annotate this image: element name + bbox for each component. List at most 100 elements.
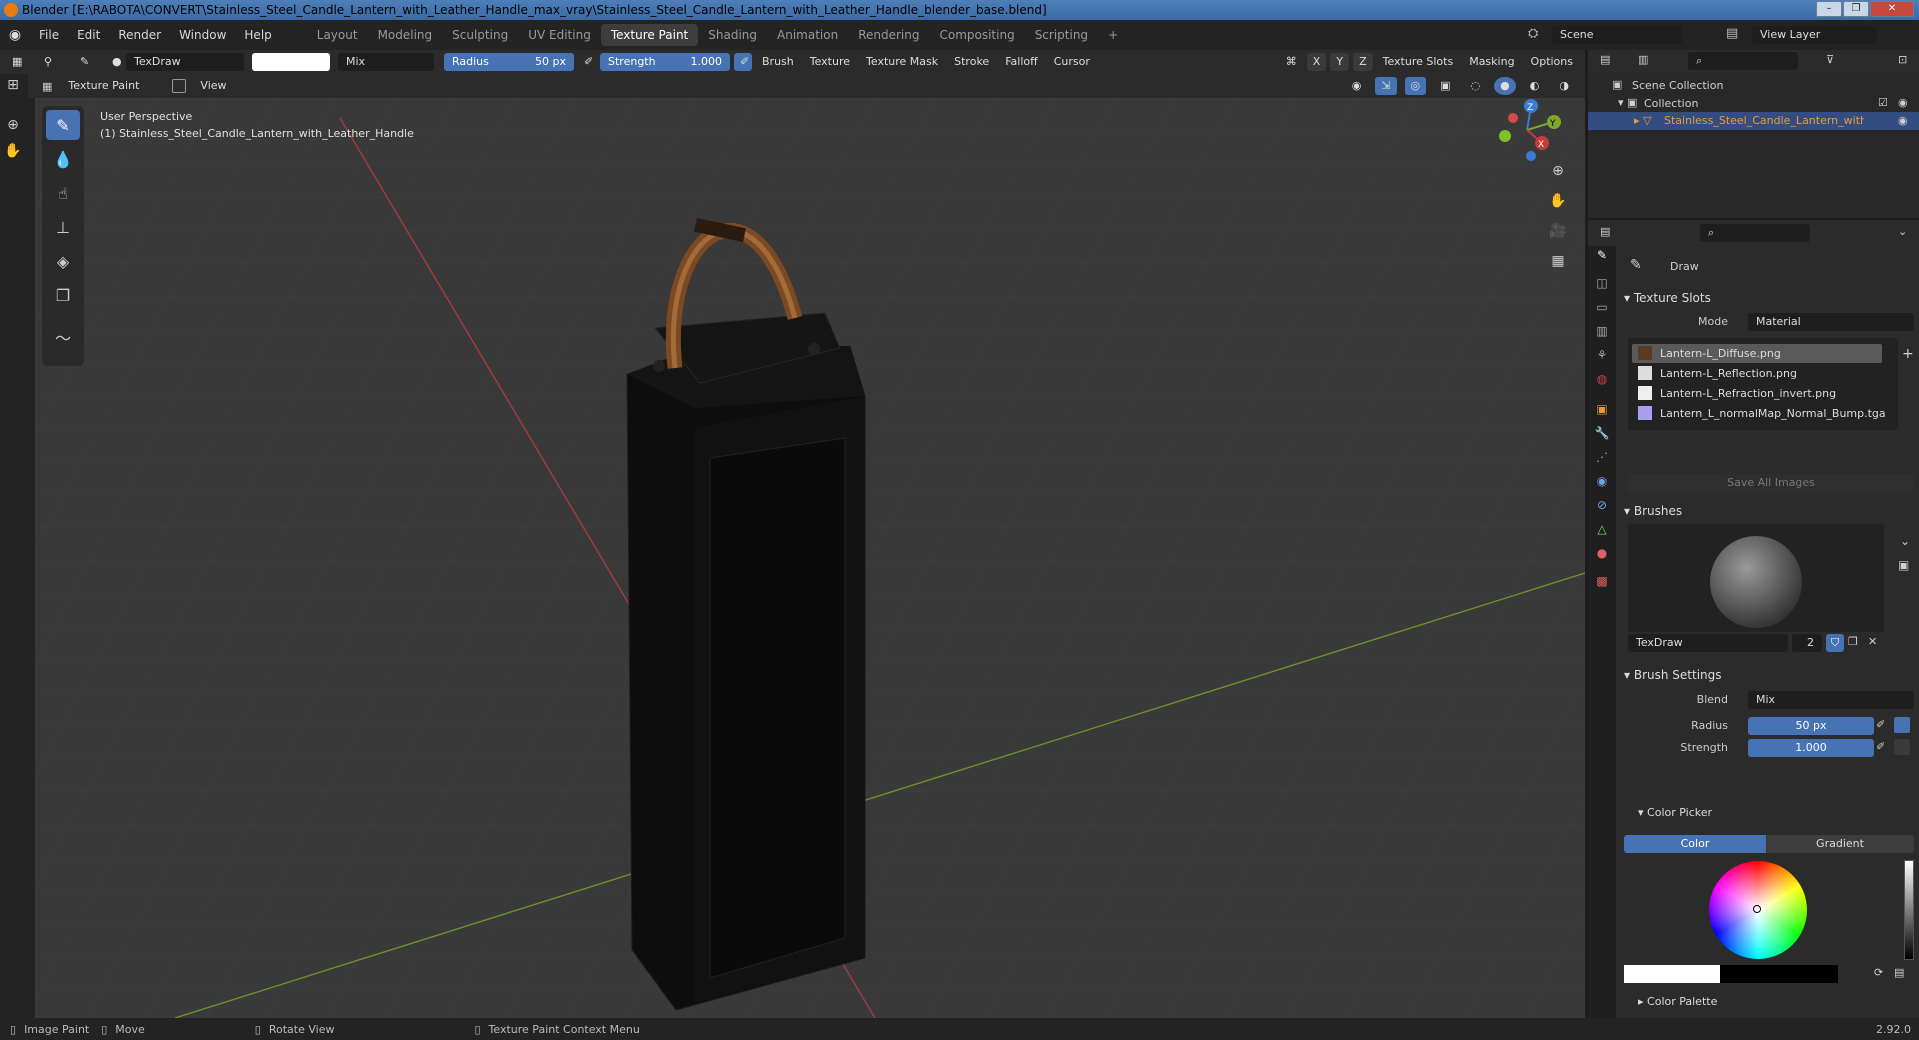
pan-icon[interactable]: ✋ xyxy=(1547,190,1569,212)
options-menu[interactable]: Options xyxy=(1525,53,1579,71)
tab-uv-editing[interactable]: UV Editing xyxy=(518,24,601,46)
tab-modeling[interactable]: Modeling xyxy=(368,24,443,46)
blend-dropdown[interactable]: Mix xyxy=(1748,691,1914,709)
texture-tab-icon[interactable]: ▩ xyxy=(1593,574,1611,592)
texture-slot-reflection[interactable]: Lantern-L_Reflection.png xyxy=(1632,364,1882,383)
value-slider[interactable] xyxy=(1904,860,1914,960)
add-workspace-button[interactable]: + xyxy=(1098,24,1128,46)
tab-layout[interactable]: Layout xyxy=(307,24,368,46)
strength-pressure-toggle-icon[interactable]: ✐ xyxy=(1876,740,1885,753)
constraints-tab-icon[interactable]: ⊘ xyxy=(1593,498,1611,516)
texture-slot-diffuse[interactable]: Lantern-L_Diffuse.png xyxy=(1632,344,1882,363)
scene-tab-icon[interactable]: ⚘ xyxy=(1593,348,1611,366)
mode-dropdown[interactable]: Texture Paint xyxy=(60,77,165,95)
texture-slot-refraction[interactable]: Lantern-L_Refraction_invert.png xyxy=(1632,384,1882,403)
properties-options-icon[interactable]: ⌄ xyxy=(1898,225,1907,238)
maximize-button[interactable]: ❐ xyxy=(1843,1,1869,17)
menu-help[interactable]: Help xyxy=(235,28,280,42)
outliner-search[interactable]: ⌕ xyxy=(1688,52,1798,70)
mask-toggle-icon[interactable] xyxy=(172,79,187,93)
texture-mask-menu[interactable]: Texture Mask xyxy=(860,53,944,71)
radius-pressure-icon[interactable]: ✐ xyxy=(578,53,596,71)
filter-icon[interactable]: ⊽ xyxy=(1826,53,1834,66)
properties-search[interactable]: ⌕ xyxy=(1700,224,1810,242)
strength-slider[interactable]: Strength 1.000 xyxy=(600,53,730,71)
axis-y-toggle[interactable]: Y xyxy=(1330,53,1350,71)
3d-viewport[interactable]: User Perspective (1) Stainless_Steel_Can… xyxy=(35,98,1585,1018)
radius-field[interactable]: 50 px xyxy=(1748,717,1874,735)
radius-slider[interactable]: Radius 50 px xyxy=(444,53,574,71)
modifier-tab-icon[interactable]: 🔧 xyxy=(1593,426,1611,444)
brush-settings-header[interactable]: ▾ Brush Settings xyxy=(1624,668,1722,682)
axis-x-toggle[interactable]: X xyxy=(1306,53,1327,71)
brush-preview-box[interactable] xyxy=(1628,524,1884,632)
object-tab-icon[interactable]: ▣ xyxy=(1593,402,1611,420)
xray-toggle-icon[interactable]: ▣ xyxy=(1434,77,1456,95)
material-tab-icon[interactable]: ● xyxy=(1593,546,1611,564)
ortho-grid-icon[interactable]: ▦ xyxy=(1547,250,1569,272)
outliner-collection-expand[interactable]: ▾ ▣ xyxy=(1618,96,1637,109)
strength-unit-toggle-icon[interactable] xyxy=(1894,739,1910,755)
brush-name-input[interactable]: TexDraw xyxy=(1628,634,1788,652)
collection-visibility-eye-icon[interactable]: ◉ xyxy=(1898,96,1908,109)
gradient-tab[interactable]: Gradient xyxy=(1766,835,1914,853)
symmetry-icon[interactable]: ⌘ xyxy=(1280,53,1303,71)
shading-wireframe-icon[interactable]: ◌ xyxy=(1465,77,1487,95)
display-mode-icon[interactable]: ▥ xyxy=(1638,53,1648,66)
brushes-header[interactable]: ▾ Brushes xyxy=(1624,504,1682,518)
tab-rendering[interactable]: Rendering xyxy=(848,24,929,46)
tab-compositing[interactable]: Compositing xyxy=(929,24,1024,46)
texture-slot-normal[interactable]: Lantern_L_normalMap_Normal_Bump.tga xyxy=(1632,404,1886,423)
fake-user-icon[interactable]: ● xyxy=(106,53,122,71)
view-menu[interactable]: View xyxy=(194,77,232,95)
falloff-menu[interactable]: Falloff xyxy=(999,53,1043,71)
editor-type-icon[interactable]: ▦ xyxy=(6,53,34,71)
add-slot-icon[interactable]: + xyxy=(1902,346,1914,362)
tab-animation[interactable]: Animation xyxy=(767,24,848,46)
particles-tab-icon[interactable]: ⋰ xyxy=(1593,450,1611,468)
strength-field[interactable]: 1.000 xyxy=(1748,739,1874,757)
outliner-editor-icon[interactable]: ▤ xyxy=(1600,53,1610,66)
menu-window[interactable]: Window xyxy=(170,28,235,42)
tab-sculpting[interactable]: Sculpting xyxy=(442,24,518,46)
axis-z-toggle[interactable]: Z xyxy=(1353,53,1373,71)
camera-icon[interactable]: 🎥 xyxy=(1547,220,1569,242)
view-layer-tab-icon[interactable]: ▥ xyxy=(1593,324,1611,342)
annotate-tool-icon[interactable]: 〜 xyxy=(46,322,80,352)
stroke-menu[interactable]: Stroke xyxy=(948,53,995,71)
cursor-menu[interactable]: Cursor xyxy=(1048,53,1096,71)
brush-icon[interactable]: ✎ xyxy=(74,53,102,71)
zoom-region-icon[interactable]: ⊕ xyxy=(2,114,24,136)
fake-user-shield-icon[interactable]: ⛉ xyxy=(1826,634,1844,652)
pan-hand-icon[interactable]: ✋ xyxy=(2,140,24,162)
color-tab[interactable]: Color xyxy=(1624,835,1766,853)
shading-material-icon[interactable]: ◐ xyxy=(1524,77,1546,95)
color-wheel-cursor[interactable] xyxy=(1753,905,1761,913)
menu-file[interactable]: File xyxy=(30,28,68,42)
data-tab-icon[interactable]: △ xyxy=(1593,522,1611,540)
smear-tool-icon[interactable]: ☝ xyxy=(46,178,80,208)
render-tab-icon[interactable]: ◫ xyxy=(1593,276,1611,294)
clone-tool-icon[interactable]: ⊥ xyxy=(46,212,80,242)
menu-render[interactable]: Render xyxy=(109,28,170,42)
texture-slots-menu[interactable]: Texture Slots xyxy=(1377,53,1460,71)
color-picker-header[interactable]: ▾ Color Picker xyxy=(1638,806,1712,819)
scene-selector[interactable]: Scene xyxy=(1552,26,1682,44)
tab-scripting[interactable]: Scripting xyxy=(1025,24,1098,46)
blend-mode-dropdown[interactable]: Mix xyxy=(338,53,434,71)
menu-edit[interactable]: Edit xyxy=(68,28,109,42)
masking-menu[interactable]: Masking xyxy=(1463,53,1520,71)
slot-mode-dropdown[interactable]: Material xyxy=(1748,313,1914,331)
physics-tab-icon[interactable]: ◉ xyxy=(1593,474,1611,492)
brush-name-field[interactable]: TexDraw xyxy=(126,53,244,71)
texture-menu[interactable]: Texture xyxy=(804,53,856,71)
color-palette-header[interactable]: ▸ Color Palette xyxy=(1638,995,1717,1008)
outliner-collection[interactable]: Collection xyxy=(1644,97,1698,110)
object-visibility-eye-icon[interactable]: ◉ xyxy=(1898,114,1908,127)
tool-tab-icon[interactable]: ✎ xyxy=(1593,248,1611,266)
collection-checkbox[interactable]: ☑ xyxy=(1878,96,1888,109)
brush-image-icon[interactable]: ▣ xyxy=(1898,558,1909,572)
color-unify-icon[interactable]: ▤ xyxy=(1894,966,1904,979)
soften-tool-icon[interactable]: 💧 xyxy=(46,144,80,174)
world-tab-icon[interactable]: ◍ xyxy=(1593,372,1611,390)
